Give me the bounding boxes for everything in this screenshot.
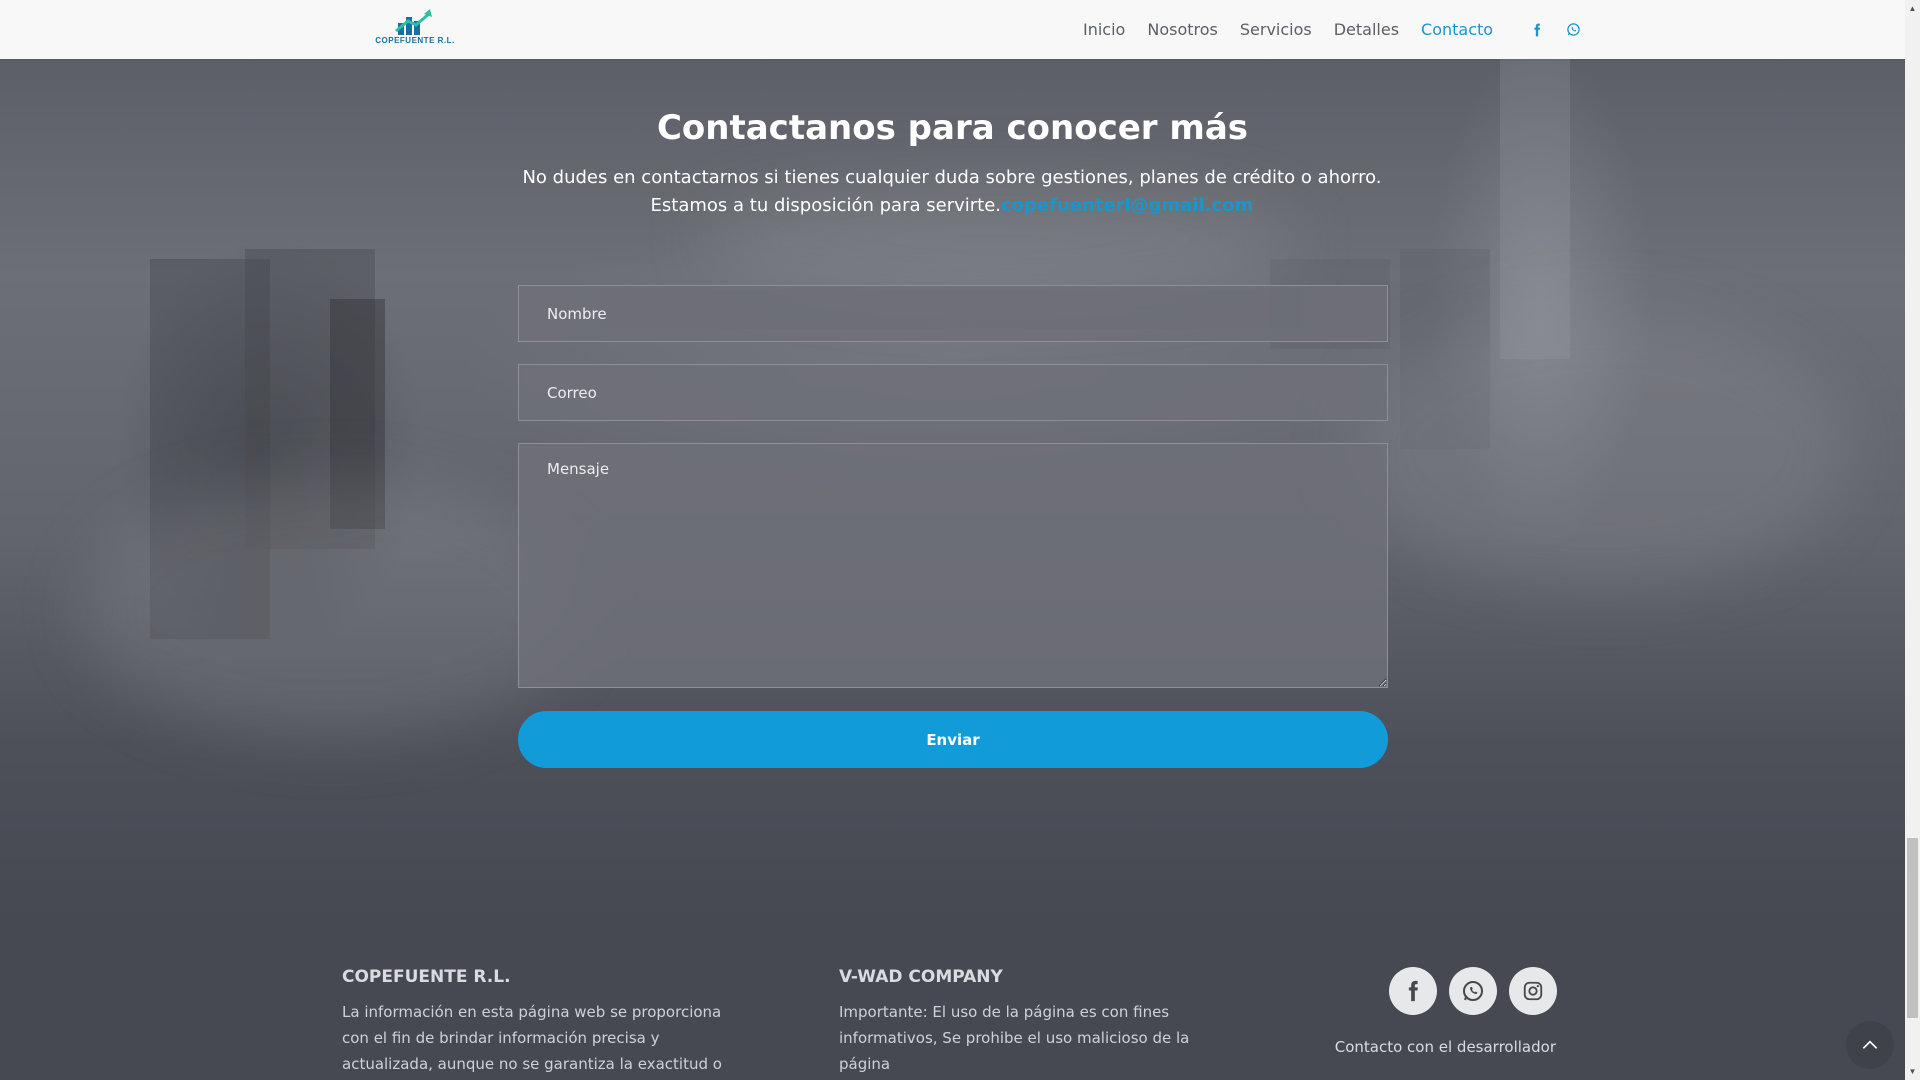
nav-item-detalles[interactable]: Detalles	[1334, 20, 1399, 39]
whatsapp-icon[interactable]	[1449, 967, 1497, 1015]
contact-subtitle: No dudes en contactarnos si tienes cualq…	[452, 164, 1452, 220]
footer-developer-text: Importante: El uso de la página es con f…	[839, 1003, 1190, 1073]
facebook-icon[interactable]	[1389, 967, 1437, 1015]
send-button[interactable]: Enviar	[518, 711, 1388, 768]
logo-graphic-icon	[395, 9, 432, 35]
site-header: COPEFUENTE R.L. Inicio Nosotros Servicio…	[0, 0, 1905, 59]
main-nav: Inicio Nosotros Servicios Detalles Conta…	[1083, 0, 1587, 59]
nav-item-servicios[interactable]: Servicios	[1240, 20, 1312, 39]
message-textarea[interactable]	[518, 443, 1388, 688]
name-input[interactable]	[518, 285, 1388, 342]
background-fog	[80, 479, 580, 739]
email-input[interactable]	[518, 364, 1388, 421]
whatsapp-icon[interactable]	[1559, 16, 1587, 44]
facebook-icon[interactable]	[1523, 16, 1551, 44]
contact-email-link[interactable]: copefuenterl@gmail.com	[1001, 195, 1253, 216]
footer-company-title: COPEFUENTE R.L.	[342, 967, 511, 987]
background-fog	[1350, 309, 1850, 589]
footer-company-info: COPEFUENTE R.L. La información en esta p…	[342, 967, 722, 1077]
nav-item-inicio[interactable]: Inicio	[1083, 20, 1125, 39]
scrollbar-thumb[interactable]	[1907, 838, 1918, 1018]
nav-item-contacto[interactable]: Contacto	[1421, 20, 1493, 39]
nav-item-nosotros[interactable]: Nosotros	[1147, 20, 1218, 39]
scroll-up-arrow-icon[interactable]: ▲	[1905, 0, 1920, 17]
footer-developer-info: V-WAD COMPANY Importante: El uso de la p…	[839, 967, 1199, 1077]
site-logo[interactable]: COPEFUENTE R.L.	[368, 9, 462, 49]
scroll-down-arrow-icon[interactable]: ▼	[1905, 1063, 1920, 1080]
page-scrollbar[interactable]: ▲ ▼	[1905, 0, 1920, 1080]
logo-text: COPEFUENTE R.L.	[375, 36, 455, 45]
footer-company-text: La información en esta página web se pro…	[342, 1003, 722, 1073]
chevron-up-icon	[1862, 1040, 1878, 1049]
subtitle-line2: Estamos a tu disposición para servirte.	[650, 195, 1002, 216]
instagram-icon[interactable]	[1509, 967, 1557, 1015]
footer-social-links	[1377, 967, 1557, 1015]
subtitle-line1: No dudes en contactarnos si tienes cualq…	[522, 167, 1382, 188]
site-footer: COPEFUENTE R.L. La información en esta p…	[0, 919, 1905, 1080]
developer-contact-link[interactable]: Contacto con el desarrollador	[1335, 1038, 1556, 1056]
footer-developer-title: V-WAD COMPANY	[839, 967, 1003, 987]
contact-title: Contactanos para conocer más	[656, 108, 1249, 148]
scroll-to-top-button[interactable]	[1846, 1021, 1894, 1069]
